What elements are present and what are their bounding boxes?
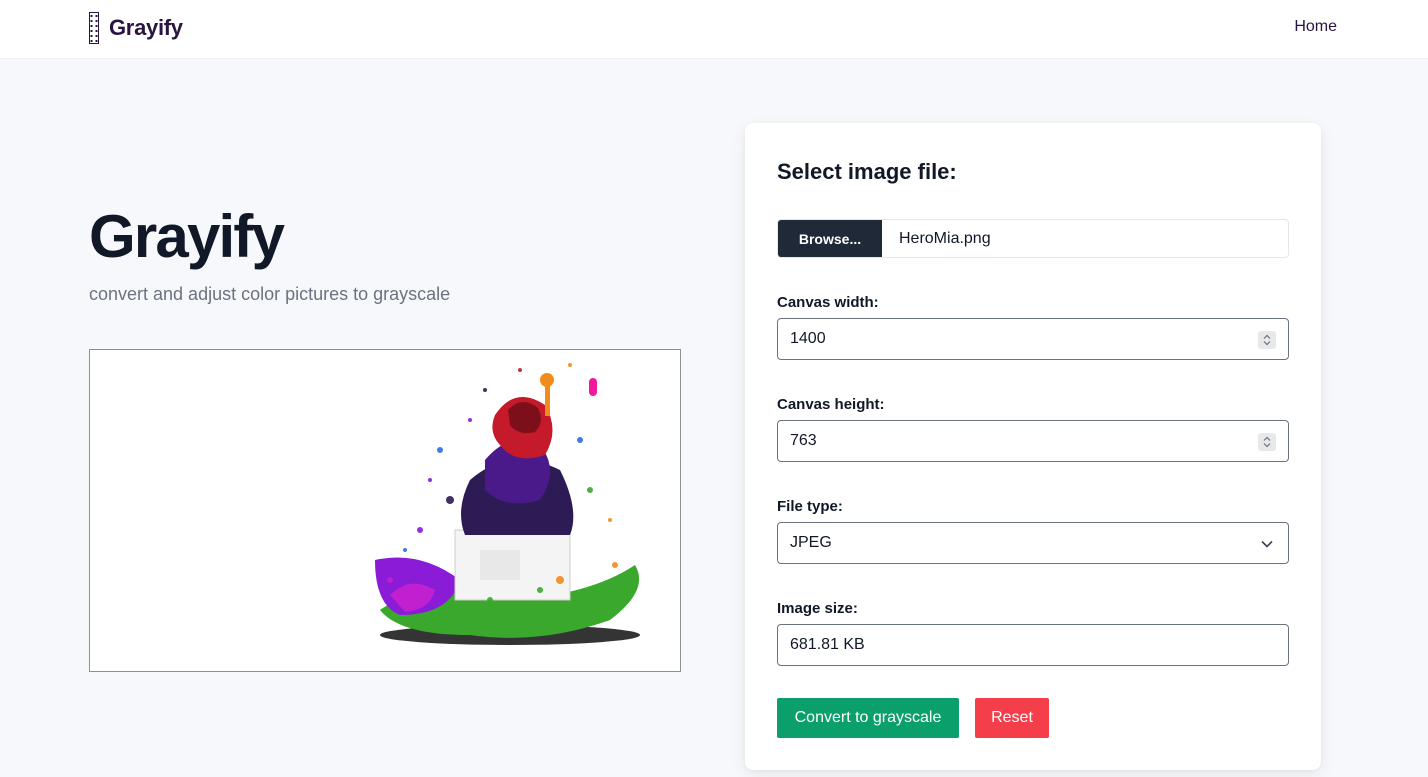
reset-button[interactable]: Reset: [975, 698, 1049, 738]
canvas-width-label: Canvas width:: [777, 294, 879, 311]
hero-subtitle: convert and adjust color pictures to gra…: [89, 284, 451, 304]
hero-title: Grayify: [89, 203, 285, 270]
image-size-field: 681.81 KB: [777, 624, 1289, 666]
browse-button[interactable]: Browse...: [778, 220, 882, 257]
navbar: Grayify Home: [0, 0, 1428, 59]
number-stepper-icon[interactable]: [1258, 331, 1276, 349]
image-size-label: Image size:: [777, 600, 858, 617]
film-strip-icon: [89, 12, 99, 44]
canvas-height-input[interactable]: 763: [777, 420, 1289, 462]
canvas-width-input[interactable]: 1400: [777, 318, 1289, 360]
brand[interactable]: Grayify: [89, 12, 183, 44]
file-input[interactable]: Browse... HeroMia.png: [777, 219, 1289, 258]
card-title: Select image file:: [777, 159, 957, 184]
splash-art-image: [375, 363, 640, 645]
file-type-select[interactable]: JPEG: [777, 522, 1289, 564]
number-stepper-icon[interactable]: [1258, 433, 1276, 451]
file-type-value: JPEG: [790, 534, 832, 551]
file-type-label: File type:: [777, 498, 843, 515]
image-preview-canvas: [89, 349, 681, 672]
nav-home-link[interactable]: Home: [1294, 18, 1337, 36]
selected-file-name: HeroMia.png: [899, 229, 991, 247]
convert-to-grayscale-button[interactable]: Convert to grayscale: [777, 698, 959, 738]
canvas-height-label: Canvas height:: [777, 396, 885, 413]
canvas-width-value: 1400: [790, 330, 826, 347]
image-settings-card: Select image file: Browse... HeroMia.png…: [745, 123, 1321, 770]
image-size-value: 681.81 KB: [790, 636, 865, 653]
brand-name: Grayify: [109, 15, 183, 40]
chevron-down-icon: [1261, 540, 1273, 548]
canvas-height-value: 763: [790, 432, 817, 449]
